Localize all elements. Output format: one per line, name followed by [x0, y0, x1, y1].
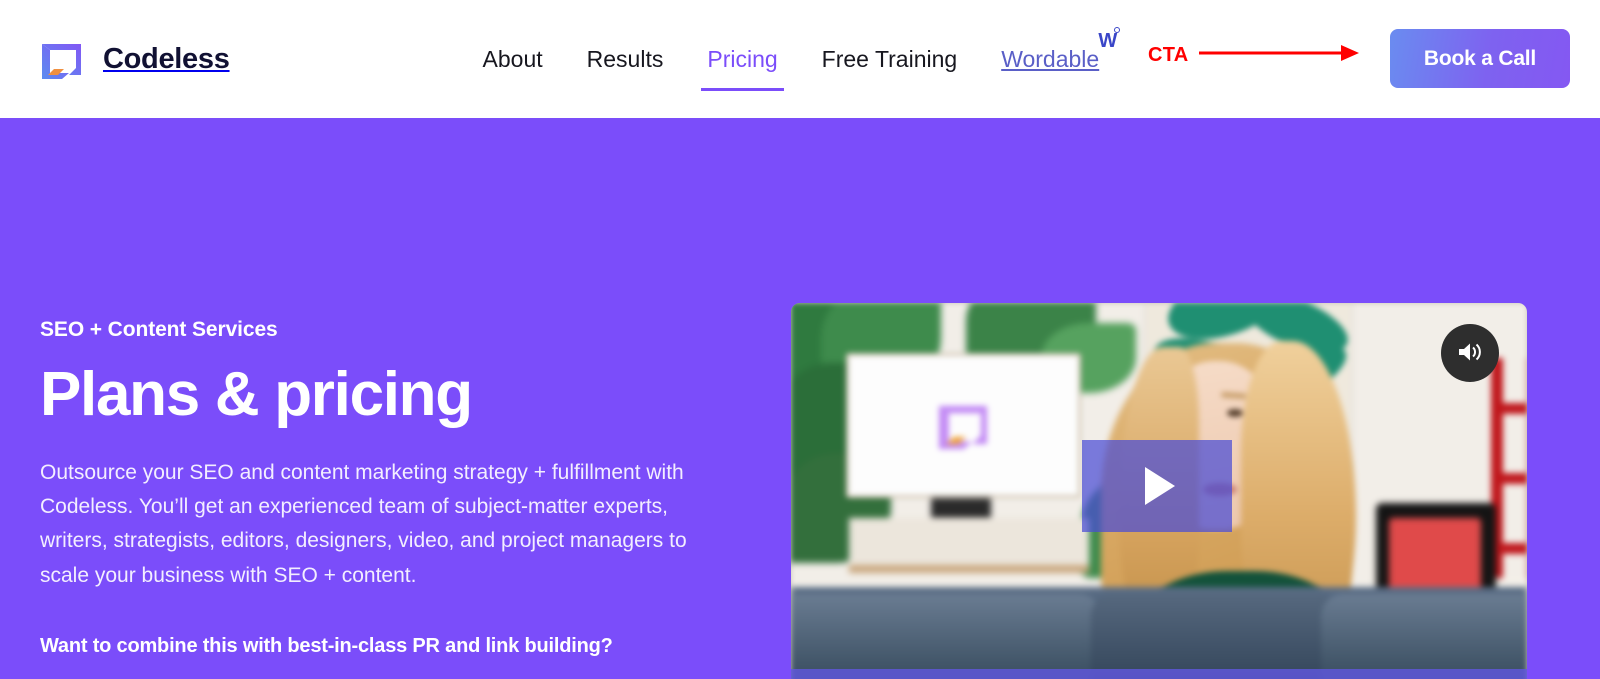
cta-annotation: CTA — [1148, 44, 1359, 67]
nav-item-pricing[interactable]: Pricing — [685, 39, 799, 91]
cta-annotation-label: CTA — [1148, 44, 1189, 66]
wordable-dot-icon — [1114, 27, 1121, 33]
book-a-call-button[interactable]: Book a Call — [1390, 29, 1570, 88]
brand-logo-link[interactable]: Codeless — [38, 36, 230, 83]
nav-item-wordable-label: Wordable — [1001, 46, 1100, 72]
wordable-w-icon: W — [1098, 30, 1118, 52]
page-title: Plans & pricing — [40, 360, 473, 429]
unmute-button[interactable] — [1441, 324, 1499, 382]
nav-item-results[interactable]: Results — [565, 39, 686, 79]
codeless-logo-on-tv-icon — [934, 396, 994, 456]
promo-question: Want to combine this with best-in-class … — [40, 634, 613, 657]
play-overlay-button[interactable] — [1082, 440, 1232, 532]
tv-screen — [846, 353, 1081, 498]
hero-eyebrow: SEO + Content Services — [40, 318, 278, 341]
codeless-square-logo-icon — [38, 36, 85, 83]
video-player[interactable]: 1:59 — [791, 303, 1527, 679]
speaker-icon — [1457, 341, 1483, 366]
hero-section: SEO + Content Services Plans & pricing O… — [0, 118, 1600, 679]
nav-item-free-training[interactable]: Free Training — [800, 39, 980, 79]
nav-item-wordable[interactable]: Wordable W — [979, 27, 1121, 79]
play-icon — [1145, 467, 1175, 505]
nav-item-about[interactable]: About — [461, 39, 565, 79]
hero-subcopy: Outsource your SEO and content marketing… — [40, 461, 687, 587]
main-navigation: About Results Pricing Free Training Word… — [461, 27, 1122, 91]
video-controls: 1:59 — [791, 669, 1527, 679]
red-arrow-icon — [1198, 44, 1359, 67]
hero-copy: SEO + Content Services Plans & pricing O… — [40, 318, 740, 679]
site-header: Codeless About Results Pricing Free Trai… — [0, 0, 1600, 118]
brand-name: Codeless — [103, 42, 230, 75]
